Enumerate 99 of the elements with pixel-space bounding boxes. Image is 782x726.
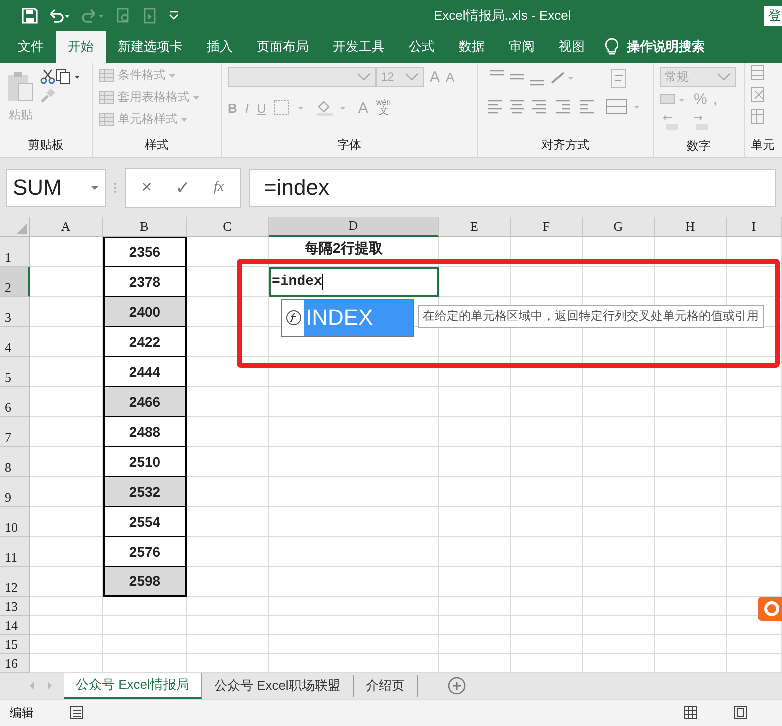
table-cell: 2466 <box>103 387 187 418</box>
table-cell: 2356 <box>103 237 187 268</box>
table-style-icon <box>99 90 115 105</box>
formula-input[interactable]: =index <box>249 168 776 207</box>
table-cell: 2400 <box>103 297 187 328</box>
redo-icon[interactable] <box>82 8 106 24</box>
undo-icon[interactable] <box>48 8 72 24</box>
table-cell: 2532 <box>103 477 187 508</box>
group-label: 对齐方式 <box>542 138 590 152</box>
ribbon-tab[interactable]: 公式 <box>397 31 447 64</box>
row-header[interactable]: 15 <box>0 635 30 654</box>
ribbon-tab[interactable]: 新建选项卡 <box>106 31 195 64</box>
function-icon <box>286 310 302 326</box>
row-header[interactable]: 13 <box>0 597 30 616</box>
select-all-icon[interactable] <box>17 224 27 234</box>
caret-icon <box>169 74 176 78</box>
clipboard-icon[interactable] <box>6 71 36 104</box>
floating-badge-icon[interactable] <box>758 597 782 622</box>
column-header[interactable]: F <box>511 217 583 238</box>
active-cell[interactable]: =index <box>269 267 439 298</box>
phonetic-guide-button[interactable]: wén 文 <box>376 99 392 118</box>
sheet-tab[interactable]: 介绍页 <box>354 675 418 698</box>
normal-view-icon[interactable] <box>684 706 698 720</box>
document-icon[interactable] <box>142 8 158 24</box>
table-style-icon <box>99 68 115 83</box>
caret-icon <box>193 96 200 100</box>
copy-icon[interactable] <box>56 69 82 86</box>
group-label: 字体 <box>338 138 362 152</box>
ribbon-tab[interactable]: 文件 <box>6 31 56 64</box>
table-style-icon <box>99 112 115 127</box>
row-header[interactable]: 16 <box>0 654 30 674</box>
row-header[interactable]: 14 <box>0 616 30 636</box>
scroll-right-icon[interactable] <box>46 681 54 692</box>
save-icon[interactable] <box>22 8 38 24</box>
ribbon-tab[interactable]: 审阅 <box>497 31 547 64</box>
lightbulb-icon <box>605 38 619 56</box>
ribbon-tab[interactable]: 视图 <box>547 31 597 64</box>
row-header[interactable]: 8 <box>0 447 30 478</box>
column-header[interactable]: A <box>30 217 103 238</box>
scroll-left-icon[interactable] <box>28 681 36 692</box>
chevron-icon <box>717 73 731 82</box>
row-header[interactable]: 12 <box>0 567 30 598</box>
table-cell: 2598 <box>103 567 187 598</box>
window-title: Excel情报局..xls - Excel <box>434 6 572 25</box>
ribbon-tab[interactable]: 开始 <box>56 31 106 64</box>
ribbon-tab[interactable]: 页面布局 <box>245 31 321 64</box>
group-label: 样式 <box>145 138 169 152</box>
group-label: 剪贴板 <box>28 138 64 152</box>
sign-in-button[interactable]: 登 <box>764 6 782 26</box>
table-cell: 2444 <box>103 357 187 388</box>
row-header[interactable]: 7 <box>0 417 30 448</box>
add-sheet-icon[interactable] <box>448 677 466 696</box>
row-header[interactable]: 4 <box>0 327 30 358</box>
row-header[interactable]: 3 <box>0 297 30 328</box>
column-header[interactable]: I <box>727 217 782 238</box>
chevron-icon <box>405 73 419 82</box>
row-header[interactable]: 6 <box>0 387 30 418</box>
table-cell: 2488 <box>103 417 187 448</box>
ribbon-tab[interactable]: 插入 <box>195 31 245 64</box>
status-mode: 编辑 <box>10 704 34 722</box>
row-header[interactable]: 2 <box>0 267 30 298</box>
font-name-dropdown[interactable] <box>228 67 376 88</box>
table-cell: 2378 <box>103 267 187 298</box>
grip-icon <box>114 182 117 194</box>
sheet-tab[interactable]: 公众号 Excel情报局 <box>64 673 202 700</box>
table-cell: 2576 <box>103 537 187 568</box>
autocomplete-item[interactable]: INDEX <box>304 300 413 336</box>
row-header[interactable]: 10 <box>0 507 30 538</box>
ribbon-tab[interactable]: 开发工具 <box>321 31 397 64</box>
chevron-icon <box>357 73 371 82</box>
column-header[interactable]: G <box>583 217 655 238</box>
enter-button[interactable]: ✓ <box>168 176 198 199</box>
insert-function-button[interactable]: fx <box>204 180 234 196</box>
tell-me-search[interactable]: 操作说明搜索 <box>627 31 705 64</box>
table-cell: 2422 <box>103 327 187 358</box>
caret-icon <box>181 118 188 122</box>
column-header[interactable]: H <box>655 217 727 238</box>
table-cell: 2510 <box>103 447 187 478</box>
function-tooltip: 在给定的单元格区域中，返回特定行列交叉处单元格的值或引用 <box>418 305 764 328</box>
macro-record-icon[interactable] <box>70 706 84 720</box>
table-cell: 每隔2行提取 <box>305 240 383 256</box>
column-header[interactable]: E <box>439 217 511 238</box>
page-layout-icon[interactable] <box>734 706 748 720</box>
row-header[interactable]: 5 <box>0 357 30 388</box>
table-cell: 2554 <box>103 507 187 538</box>
row-header[interactable]: 11 <box>0 537 30 568</box>
name-box[interactable]: SUM <box>6 168 106 207</box>
column-header[interactable]: D <box>269 217 439 238</box>
sheet-tab[interactable]: 公众号 Excel职场联盟 <box>202 675 354 698</box>
cancel-button[interactable]: × <box>132 177 162 198</box>
ribbon-tab[interactable]: 数据 <box>447 31 497 64</box>
column-header[interactable]: C <box>187 217 269 238</box>
column-header[interactable]: B <box>103 217 187 238</box>
row-header[interactable]: 9 <box>0 477 30 508</box>
scissors-icon[interactable] <box>40 69 56 86</box>
group-label: 数字 <box>687 139 711 154</box>
row-header[interactable]: 1 <box>0 237 30 268</box>
customize-toolbar-icon[interactable] <box>168 10 180 22</box>
group-label: 单元 <box>751 138 775 152</box>
